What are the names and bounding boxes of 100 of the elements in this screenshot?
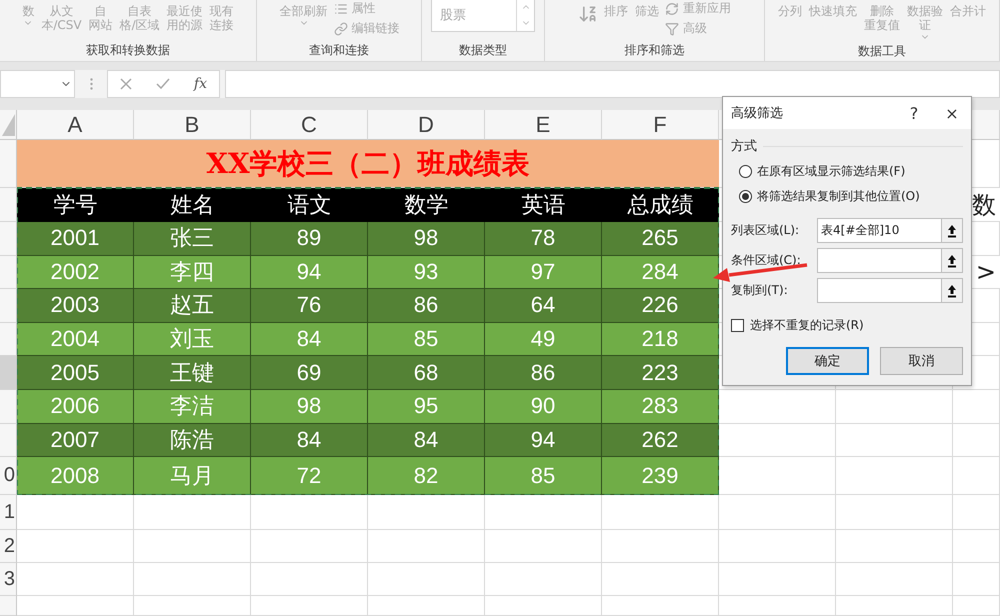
grid-cell xyxy=(953,457,1000,496)
range-field[interactable]: 表4[#全部]10 xyxy=(817,218,941,243)
row-header[interactable] xyxy=(0,390,17,424)
row-header[interactable] xyxy=(0,424,17,458)
ok-button[interactable]: 确定 xyxy=(786,347,869,375)
help-button[interactable]: ? xyxy=(895,102,933,124)
insert-function-button[interactable]: fx xyxy=(194,76,207,92)
row-header[interactable] xyxy=(0,188,17,222)
column-header[interactable]: E xyxy=(485,110,602,140)
table-cell: 64 xyxy=(485,289,602,323)
grid-cell xyxy=(953,495,1000,530)
refresh-icon xyxy=(665,2,679,16)
row-header[interactable] xyxy=(0,356,17,390)
grid-cell xyxy=(953,596,1000,616)
table-cell: 76 xyxy=(251,289,368,323)
table-cell: 283 xyxy=(602,390,719,424)
cancel-button[interactable]: 取消 xyxy=(880,347,963,375)
table-cell: 2002 xyxy=(17,256,134,290)
table-cell: 68 xyxy=(368,356,485,390)
table-cell: 赵五 xyxy=(134,289,251,323)
table-cell: 90 xyxy=(485,390,602,424)
field-label: 列表区域(L): xyxy=(731,222,800,239)
close-button[interactable]: × xyxy=(933,102,971,124)
header-cell: 数学 xyxy=(368,188,485,222)
grid-cell xyxy=(953,390,1000,424)
funnel-icon xyxy=(665,22,679,36)
group-label: 排序和筛选 xyxy=(624,42,686,59)
table-cell: 刘玉 xyxy=(134,322,251,356)
group-label: 数据类型 xyxy=(458,42,508,59)
table-cell: 69 xyxy=(251,356,368,390)
table-cell: 2003 xyxy=(17,289,134,323)
table-cell: 84 xyxy=(251,424,368,458)
unique-records-checkbox[interactable]: 选择不重复的记录(R) xyxy=(731,317,963,334)
grid-cell xyxy=(953,424,1000,458)
column-header[interactable]: A xyxy=(17,110,134,140)
table-cell: 97 xyxy=(485,256,602,290)
collapse-button[interactable] xyxy=(941,218,963,243)
table-cell: 84 xyxy=(368,424,485,458)
column-header[interactable]: D xyxy=(368,110,485,140)
header-cell: 英语 xyxy=(485,188,602,222)
range-field[interactable] xyxy=(817,278,941,303)
up-arrow-icon xyxy=(947,224,957,238)
table-cell: 2005 xyxy=(17,356,134,390)
grid-cell xyxy=(953,530,1000,564)
formula-input[interactable] xyxy=(225,70,1000,98)
list-icon xyxy=(334,2,348,16)
row-header[interactable]: 0 xyxy=(0,457,17,496)
sheet-title: XX学校三（二）班成绩表 xyxy=(17,140,719,188)
column-header[interactable]: B xyxy=(134,110,251,140)
row-header[interactable]: 3 xyxy=(0,563,17,596)
table-cell: 2004 xyxy=(17,322,134,356)
section-label: 方式 xyxy=(731,138,757,155)
header-cell: 姓名 xyxy=(134,188,251,222)
name-box[interactable] xyxy=(0,70,75,98)
table-cell: 陈浩 xyxy=(134,424,251,458)
row-header[interactable] xyxy=(0,140,17,188)
row-header[interactable] xyxy=(0,596,17,616)
row-header[interactable] xyxy=(0,256,17,290)
table-cell: 82 xyxy=(368,457,485,496)
header-cell: 总成绩 xyxy=(602,188,719,222)
range-field[interactable] xyxy=(817,248,941,273)
row-header[interactable] xyxy=(0,289,17,323)
header-cell: 语文 xyxy=(251,188,368,222)
column-header[interactable]: F xyxy=(602,110,719,140)
table-cell: 226 xyxy=(602,289,719,323)
table-cell: 2006 xyxy=(17,390,134,424)
collapse-button[interactable] xyxy=(941,248,963,273)
table-cell: 262 xyxy=(602,424,719,458)
group-label: 数据工具 xyxy=(857,43,907,60)
column-header[interactable]: C xyxy=(251,110,368,140)
row-header[interactable]: 2 xyxy=(0,530,17,564)
header-cell: 学号 xyxy=(17,188,134,222)
radio-option[interactable]: 在原有区域显示筛选结果(F) xyxy=(731,163,963,180)
collapse-button[interactable] xyxy=(941,278,963,303)
table-cell: 284 xyxy=(602,256,719,290)
table-cell: 84 xyxy=(251,322,368,356)
field-label: 条件区域(C): xyxy=(731,252,802,269)
select-all-button[interactable] xyxy=(0,110,17,140)
link-icon xyxy=(334,22,348,36)
table-cell: 49 xyxy=(485,322,602,356)
row-header[interactable] xyxy=(0,322,17,356)
table-cell: 2001 xyxy=(17,222,134,256)
table-cell: 78 xyxy=(485,222,602,256)
check-icon[interactable] xyxy=(156,78,170,90)
table-cell: 89 xyxy=(251,222,368,256)
table-cell: 85 xyxy=(368,322,485,356)
cancel-icon[interactable] xyxy=(120,78,132,90)
table-cell: 2008 xyxy=(17,457,134,496)
row-header[interactable]: 1 xyxy=(0,495,17,530)
up-arrow-icon xyxy=(947,254,957,268)
row-header[interactable] xyxy=(0,222,17,256)
table-cell: 86 xyxy=(368,289,485,323)
grid-cell xyxy=(953,563,1000,596)
table-cell: 马月 xyxy=(134,457,251,496)
table-cell: 94 xyxy=(485,424,602,458)
table-cell: 265 xyxy=(602,222,719,256)
table-cell: 95 xyxy=(368,390,485,424)
sort-icon[interactable] xyxy=(578,4,598,24)
group-label: 获取和转换数据 xyxy=(85,42,171,59)
drag-handle-icon[interactable] xyxy=(90,78,92,90)
